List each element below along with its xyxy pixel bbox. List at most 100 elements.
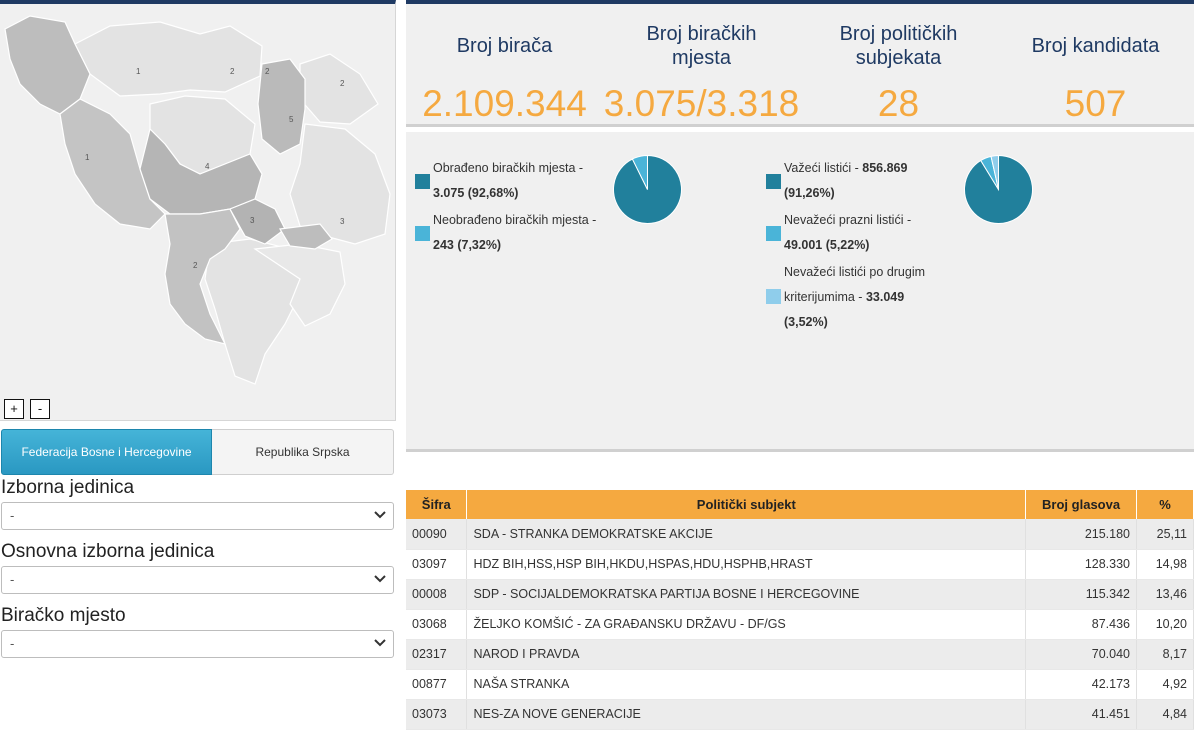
- cell-percent: 14,98: [1136, 549, 1194, 580]
- cell-votes: 87.436: [1025, 609, 1137, 640]
- legend-text: Nevažeći listići po drugim: [784, 265, 926, 279]
- stat-value: 3.075/3.318: [603, 83, 800, 124]
- izborna-jedinica-label: Izborna jedinica: [1, 477, 135, 498]
- legend-value: 33.049: [865, 290, 905, 304]
- cell-party: NES-ZA NOVE GENERACIJE: [466, 699, 1027, 730]
- zoom-out-button[interactable]: -: [30, 399, 50, 419]
- legend-swatch: [766, 174, 781, 189]
- table-row[interactable]: 03073 NES-ZA NOVE GENERACIJE 41.451 4,84: [406, 699, 1194, 730]
- cell-percent: 4,84: [1136, 699, 1194, 730]
- cell-party: SDA - STRANKA DEMOKRATSKE AKCIJE: [466, 519, 1027, 550]
- cell-votes: 42.173: [1025, 669, 1137, 700]
- table-row[interactable]: 00008 SDP - SOCIJALDEMOKRATSKA PARTIJA B…: [406, 579, 1194, 610]
- summary-charts-panel: Obrađeno biračkih mjesta - 3.075 (92,68%…: [406, 132, 1194, 452]
- stat-label: Broj političkih: [839, 23, 958, 45]
- zoom-in-button[interactable]: +: [4, 399, 24, 419]
- cell-votes: 128.330: [1025, 549, 1137, 580]
- cell-percent: 25,11: [1136, 519, 1194, 550]
- column-header-percent[interactable]: %: [1136, 490, 1194, 519]
- results-table: Šifra Politički subjekt Broj glasova % 0…: [406, 490, 1194, 730]
- entity-tabs: Federacija Bosne i Hercegovine Republika…: [1, 429, 394, 475]
- legend-value: (3,52%): [784, 315, 828, 329]
- cell-party: HDZ BIH,HSS,HSP BIH,HKDU,HSPAS,HDU,HSPHB…: [466, 549, 1027, 580]
- map-region-label: 2: [265, 67, 270, 76]
- osnovna-izborna-jedinica-select[interactable]: -: [1, 566, 394, 594]
- legend-value: (91,26%): [784, 186, 835, 200]
- cell-percent: 13,46: [1136, 579, 1194, 610]
- map-region: [229, 198, 286, 245]
- legend-text: Neobrađeno biračkih mjesta -: [433, 213, 597, 227]
- legend-text: Obrađeno biračkih mjesta -: [433, 161, 584, 175]
- stat-label: Broj kandidata: [1031, 35, 1160, 57]
- cell-code: 00090: [406, 519, 468, 550]
- cell-code: 03068: [406, 609, 468, 640]
- stat-value: 28: [877, 83, 920, 124]
- map-region: [299, 53, 379, 125]
- legend-text: Nevažeći prazni listići -: [784, 213, 912, 227]
- osnovna-izborna-jedinica-label: Osnovna izborna jedinica: [1, 541, 215, 562]
- stat-value: 2.109.344: [422, 83, 587, 124]
- izborna-jedinica-select[interactable]: -: [1, 502, 394, 530]
- tab-federacija[interactable]: Federacija Bosne i Hercegovine: [1, 429, 212, 475]
- legend-value: 243 (7,32%): [433, 238, 502, 252]
- table-row[interactable]: 03068 ŽELJKO KOMŠIĆ - ZA GRAĐANSKU DRŽAV…: [406, 609, 1194, 640]
- legend-swatch: [766, 226, 781, 241]
- cell-percent: 4,92: [1136, 669, 1194, 700]
- table-row[interactable]: 00877 NAŠA STRANKA 42.173 4,92: [406, 669, 1194, 700]
- cell-votes: 215.180: [1025, 519, 1137, 550]
- legend-text: Važeći listići -: [784, 161, 863, 175]
- column-header-sifra[interactable]: Šifra: [406, 490, 468, 519]
- chevron-down-icon: [374, 511, 386, 519]
- stat-label: subjekata: [855, 47, 942, 69]
- stat-label: Broj biračkih: [646, 23, 757, 45]
- election-results-page: 1 2 2 2 5 1 4 3 3 2 + - Federacija Bosne…: [0, 0, 1194, 731]
- tab-republika-srpska[interactable]: Republika Srpska: [212, 429, 394, 475]
- table-header-row: Šifra Politički subjekt Broj glasova %: [406, 490, 1194, 519]
- column-header-politicki-subjekt[interactable]: Politički subjekt: [466, 490, 1027, 519]
- cell-code: 00008: [406, 579, 468, 610]
- legend-value: 49.001 (5,22%): [784, 238, 870, 252]
- biracko-mjesto-value: -: [10, 636, 15, 651]
- cell-percent: 10,20: [1136, 609, 1194, 640]
- cell-code: 03073: [406, 699, 468, 730]
- stat-label: Broj birača: [456, 35, 553, 57]
- cell-percent: 8,17: [1136, 639, 1194, 670]
- osnovna-izborna-jedinica-value: -: [10, 572, 15, 587]
- legend-value: 3.075 (92,68%): [433, 186, 519, 200]
- stat-value: 507: [1064, 83, 1127, 124]
- map-region-label: 1: [85, 153, 90, 162]
- izborna-jedinica-value: -: [10, 508, 15, 523]
- map-region-label: 1: [136, 67, 141, 76]
- cell-votes: 41.451: [1025, 699, 1137, 730]
- cell-code: 00877: [406, 669, 468, 700]
- map-region-label: 4: [205, 162, 210, 171]
- cell-code: 02317: [406, 639, 468, 670]
- map-region-label: 5: [289, 115, 294, 124]
- bih-map[interactable]: 1 2 2 2 5 1 4 3 3 2: [0, 4, 395, 394]
- chevron-down-icon: [374, 575, 386, 583]
- stats-panel: Broj birača 2.109.344 Broj biračkih mjes…: [406, 0, 1194, 127]
- legend-swatch: [415, 174, 430, 189]
- map-region-label: 3: [250, 216, 255, 225]
- legend-value: 856.869: [862, 161, 908, 175]
- biracko-mjesto-select[interactable]: -: [1, 630, 394, 658]
- table-row[interactable]: 00090 SDA - STRANKA DEMOKRATSKE AKCIJE 2…: [406, 519, 1194, 550]
- map-region-label: 2: [230, 67, 235, 76]
- ballots-pie: [964, 155, 1033, 224]
- legend-text: kriterijumima -: [784, 290, 866, 304]
- map-region-label: 3: [340, 217, 345, 226]
- biracko-mjesto-label: Biračko mjesto: [1, 605, 126, 626]
- map-region-label: 2: [193, 261, 198, 270]
- map-panel: 1 2 2 2 5 1 4 3 3 2 + -: [0, 0, 396, 421]
- polling-stations-pie: [613, 155, 682, 224]
- table-row[interactable]: 02317 NAROD I PRAVDA 70.040 8,17: [406, 639, 1194, 670]
- map-region-label: 2: [340, 79, 345, 88]
- cell-votes: 70.040: [1025, 639, 1137, 670]
- chevron-down-icon: [374, 639, 386, 647]
- table-row[interactable]: 03097 HDZ BIH,HSS,HSP BIH,HKDU,HSPAS,HDU…: [406, 549, 1194, 580]
- legend-swatch: [415, 226, 430, 241]
- map-region: [4, 15, 91, 115]
- cell-party: NAŠA STRANKA: [466, 669, 1027, 700]
- column-header-broj-glasova[interactable]: Broj glasova: [1025, 490, 1137, 519]
- cell-votes: 115.342: [1025, 579, 1137, 610]
